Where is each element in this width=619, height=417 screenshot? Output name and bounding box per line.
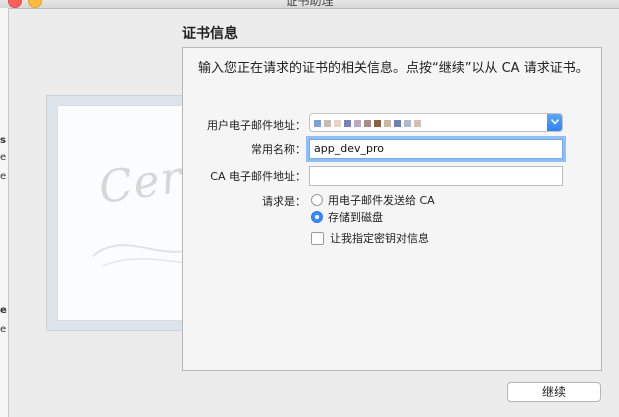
radio-email-ca[interactable] xyxy=(311,194,323,206)
ca-email-label: CA 电子邮件地址： xyxy=(210,170,306,183)
edge-glyph: s xyxy=(0,135,6,146)
edge-glyph: e xyxy=(0,152,7,163)
blur-swatch xyxy=(324,120,331,127)
ca-email-field[interactable] xyxy=(309,166,563,186)
blur-swatch xyxy=(314,120,321,127)
option-email-ca-label: 用电子邮件发送给 CA xyxy=(328,194,435,207)
common-name-label: 常用名称： xyxy=(251,143,306,156)
page-title: 证书信息 xyxy=(182,26,238,42)
blur-swatch xyxy=(344,120,351,127)
window-title: 证书助理 xyxy=(285,0,334,8)
option-save-disk[interactable]: 存储到磁盘 xyxy=(311,209,383,225)
email-value-redacted xyxy=(314,120,424,127)
option-save-disk-label: 存储到磁盘 xyxy=(328,211,383,224)
blur-swatch xyxy=(414,120,421,127)
option-email-ca[interactable]: 用电子邮件发送给 CA xyxy=(311,192,435,208)
edge-glyph: e xyxy=(0,171,7,182)
blur-swatch xyxy=(334,120,341,127)
background-window-edge: s e e e e xyxy=(0,8,9,417)
edge-glyph: e xyxy=(0,305,7,316)
chevron-down-icon[interactable] xyxy=(547,114,562,131)
blur-swatch xyxy=(354,120,361,127)
user-email-combobox[interactable] xyxy=(309,113,563,132)
blur-swatch xyxy=(404,120,411,127)
blur-swatch xyxy=(394,120,401,127)
blur-swatch xyxy=(364,120,371,127)
option-key-pair[interactable]: 让我指定密钥对信息 xyxy=(311,230,429,246)
intro-text: 输入您正在请求的证书的相关信息。点按“继续”以从 CA 请求证书。 xyxy=(198,61,589,76)
common-name-field[interactable]: app_dev_pro xyxy=(309,139,563,159)
title-bar: 证书助理 xyxy=(0,0,619,9)
email-label: 用户电子邮件地址： xyxy=(207,119,306,132)
continue-button[interactable]: 继续 xyxy=(507,382,601,402)
radio-save-disk[interactable] xyxy=(311,211,323,223)
edge-glyph: e xyxy=(0,324,7,335)
request-label: 请求是： xyxy=(262,195,306,208)
option-key-pair-label: 让我指定密钥对信息 xyxy=(330,232,429,245)
certificate-info-panel: 输入您正在请求的证书的相关信息。点按“继续”以从 CA 请求证书。 用户电子邮件… xyxy=(182,47,602,371)
blur-swatch xyxy=(374,120,381,127)
blur-swatch xyxy=(384,120,391,127)
checkbox-key-pair[interactable] xyxy=(311,231,324,245)
